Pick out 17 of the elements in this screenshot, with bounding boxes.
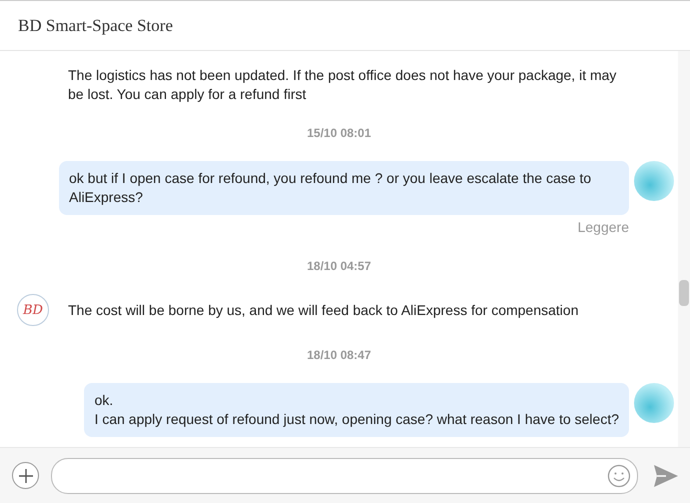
add-button[interactable] — [12, 462, 39, 489]
message-text: The cost will be borne by us, and we will feed back to AliExpress for compensation — [68, 300, 578, 320]
store-avatar: BD — [17, 294, 49, 326]
timestamp: 18/10 04:57 — [306, 259, 372, 273]
plus-icon — [18, 468, 32, 482]
timestamp: 18/10 08:47 — [306, 348, 372, 362]
message-bubble: ok. I can apply request of refound just now, opening case? what reason I have to select? — [84, 383, 629, 437]
message-input[interactable] — [51, 458, 638, 494]
read-status: Leggere — [578, 218, 629, 237]
message-text: The logistics has not been updated. If the post office does not have your package, it may be lost. You can apply for a refund first — [68, 66, 618, 104]
message-bubble: ok but if I open case for refound, you refound me ? or you leave escalate the case to AliExpress? — [59, 161, 629, 215]
timestamp: 15/10 08:01 — [306, 126, 372, 140]
send-icon[interactable] — [654, 464, 678, 486]
scrollbar[interactable] — [678, 51, 690, 447]
smiley-icon[interactable] — [607, 464, 631, 488]
scrollbar-thumb[interactable] — [679, 280, 689, 306]
store-title: BD Smart-Space Store — [18, 16, 173, 36]
